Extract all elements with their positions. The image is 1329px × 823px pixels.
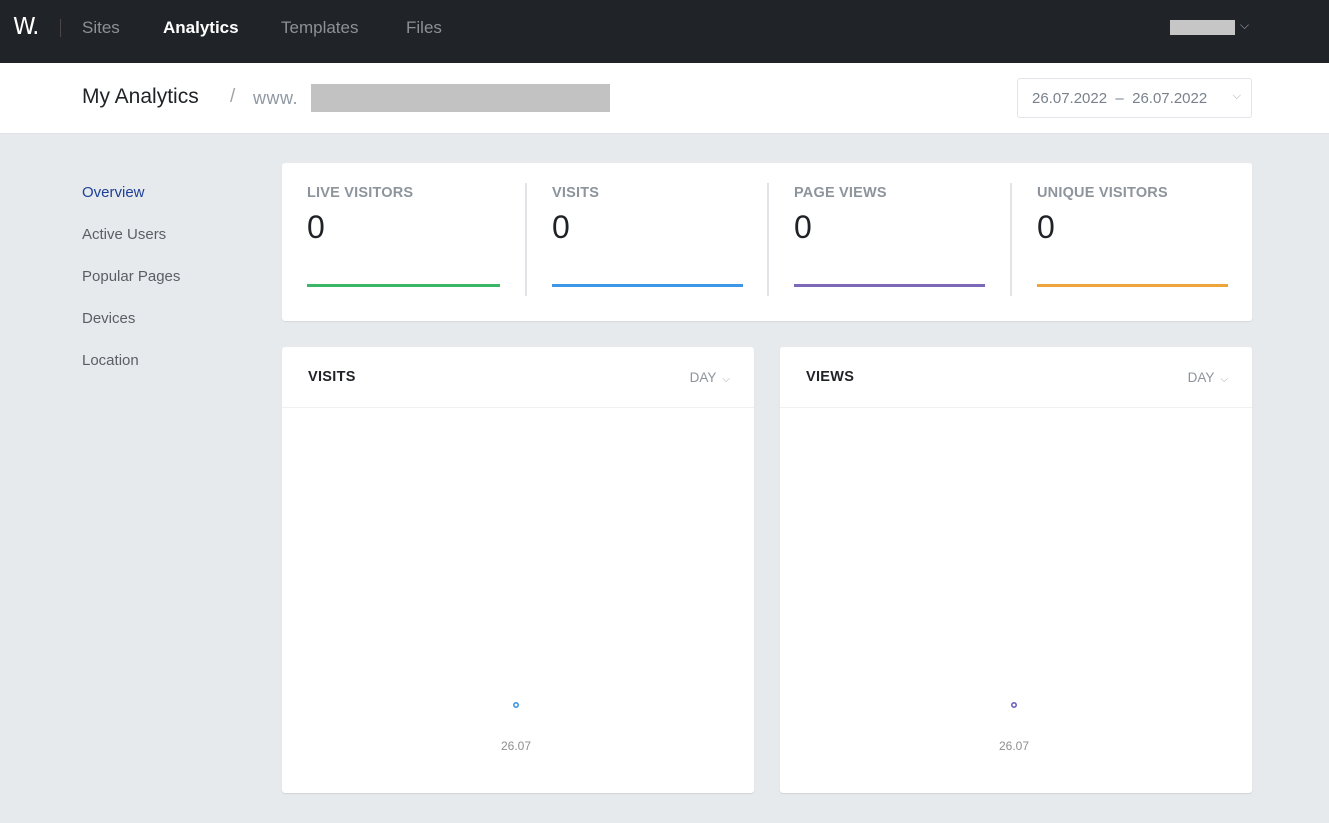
nav-item-templates[interactable]: Templates — [281, 18, 358, 38]
stat-visits: VISITS 0 — [552, 163, 743, 321]
stat-value: 0 — [1037, 209, 1055, 245]
stat-label: UNIQUE VISITORS — [1037, 185, 1168, 201]
page-title[interactable]: My Analytics — [82, 85, 199, 109]
sidebar-item-location[interactable]: Location — [82, 352, 180, 394]
views-chart: 26.07 — [999, 701, 1029, 753]
redacted-site-name — [311, 84, 610, 112]
stat-unique-visitors: UNIQUE VISITORS 0 — [1037, 163, 1228, 321]
logo-divider — [60, 19, 61, 37]
stats-summary-card: LIVE VISITORS 0 VISITS 0 PAGE VIEWS 0 UN… — [282, 163, 1252, 321]
chevron-down-icon: ⌵ — [1220, 374, 1228, 385]
date-dash: – — [1115, 90, 1124, 107]
period-select[interactable]: DAY ⌵ — [1188, 370, 1228, 385]
data-point[interactable] — [1011, 701, 1018, 708]
chevron-down-icon: ⌵ — [1232, 90, 1241, 102]
breadcrumb-site: www. — [253, 88, 299, 108]
chevron-down-icon[interactable]: ⌵ — [1240, 18, 1249, 33]
date-end: 26.07.2022 — [1132, 90, 1208, 107]
period-select[interactable]: DAY ⌵ — [690, 370, 730, 385]
logo[interactable]: W. — [13, 14, 39, 40]
stat-color-bar — [794, 284, 985, 287]
visits-chart-card: VISITS DAY ⌵ 26.07 — [282, 347, 754, 793]
user-menu[interactable] — [1170, 20, 1235, 35]
period-label: DAY — [1187, 370, 1215, 385]
breadcrumb-separator: / — [230, 86, 236, 107]
sidebar: Overview Active Users Popular Pages Devi… — [82, 184, 180, 394]
x-tick-label: 26.07 — [999, 739, 1029, 753]
nav-item-files[interactable]: Files — [406, 18, 442, 38]
top-navigation: W. Sites Analytics Templates Files ⌵ — [0, 0, 1329, 63]
stat-label: LIVE VISITORS — [307, 185, 414, 201]
chart-header: VIEWS DAY ⌵ — [780, 347, 1252, 408]
chart-title: VISITS — [308, 369, 356, 385]
sidebar-item-active-users[interactable]: Active Users — [82, 226, 180, 268]
chart-header: VISITS DAY ⌵ — [282, 347, 754, 408]
nav-item-sites[interactable]: Sites — [82, 18, 120, 38]
stat-divider — [1010, 183, 1012, 296]
sidebar-item-popular-pages[interactable]: Popular Pages — [82, 268, 180, 310]
chevron-down-icon: ⌵ — [722, 374, 730, 385]
date-range-text: 26.07.2022 – 26.07.2022 — [1032, 90, 1207, 107]
views-chart-card: VIEWS DAY ⌵ 26.07 — [780, 347, 1252, 793]
stat-color-bar — [1037, 284, 1228, 287]
stat-page-views: PAGE VIEWS 0 — [794, 163, 985, 321]
stat-color-bar — [552, 284, 743, 287]
page-header: My Analytics / www. 26.07.2022 – 26.07.2… — [0, 63, 1329, 134]
sidebar-item-devices[interactable]: Devices — [82, 310, 180, 352]
sidebar-item-overview[interactable]: Overview — [82, 184, 180, 226]
data-point[interactable] — [513, 701, 520, 708]
nav-item-analytics[interactable]: Analytics — [163, 18, 239, 38]
chart-title: VIEWS — [806, 369, 855, 385]
stat-divider — [767, 183, 769, 296]
stat-label: PAGE VIEWS — [794, 185, 887, 201]
stat-value: 0 — [307, 209, 325, 245]
visits-chart: 26.07 — [501, 701, 531, 753]
date-start: 26.07.2022 — [1032, 90, 1108, 107]
stat-label: VISITS — [552, 185, 600, 201]
date-range-picker[interactable]: 26.07.2022 – 26.07.2022 ⌵ — [1017, 78, 1252, 118]
x-tick-label: 26.07 — [501, 739, 531, 753]
stat-value: 0 — [794, 209, 812, 245]
stat-live-visitors: LIVE VISITORS 0 — [307, 163, 500, 321]
stat-color-bar — [307, 284, 500, 287]
stat-value: 0 — [552, 209, 570, 245]
stat-divider — [525, 183, 527, 296]
period-label: DAY — [689, 370, 717, 385]
